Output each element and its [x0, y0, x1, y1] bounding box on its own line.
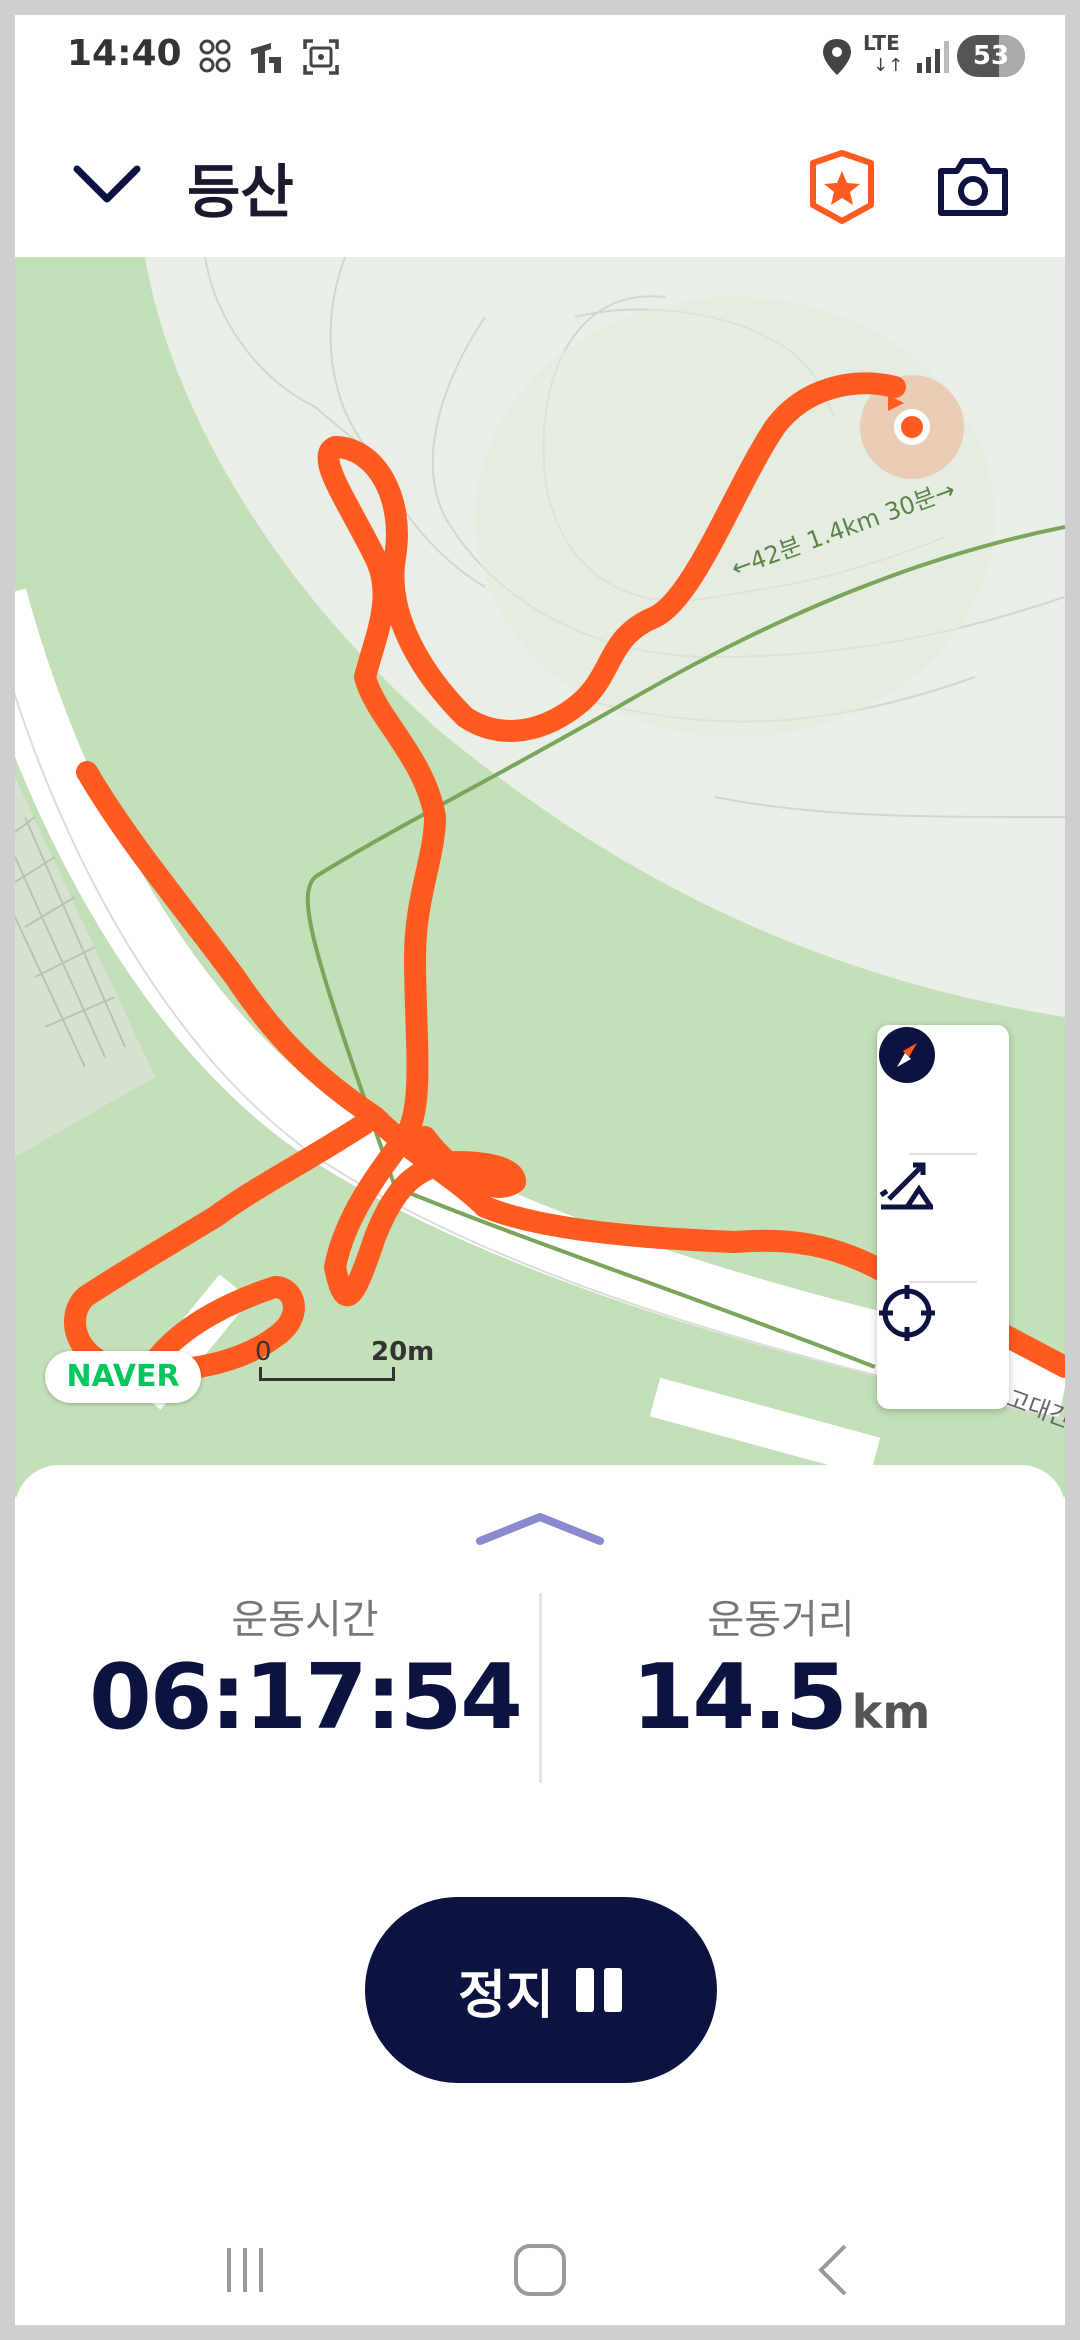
distance-unit: km	[851, 1685, 931, 1739]
scale-start-label: 0	[255, 1337, 272, 1367]
time-label: 운동시간	[231, 1597, 379, 1643]
map-controls	[877, 1025, 1009, 1409]
distance-label: 운동거리	[707, 1597, 855, 1643]
chevron-down-icon[interactable]	[67, 153, 147, 213]
nav-back-button[interactable]	[795, 2235, 875, 2305]
recents-button[interactable]	[205, 2235, 285, 2305]
signal-icon	[917, 41, 949, 73]
chevron-up-icon[interactable]	[460, 1501, 620, 1551]
data-arrows: ↓↑	[873, 55, 904, 76]
distance-value: 14.5	[631, 1645, 848, 1750]
home-icon	[514, 2244, 566, 2296]
battery-icon: 53	[957, 35, 1025, 77]
locate-button[interactable]	[877, 1283, 1009, 1407]
pause-icon	[575, 1968, 624, 2012]
stats-sheet: 운동시간 06:17:54 운동거리 14.5 km 정지	[15, 1465, 1065, 2325]
distance-readout: 14.5 km	[531, 1645, 1031, 1750]
battery-level: 53	[972, 41, 1010, 71]
sync-icon	[199, 39, 231, 73]
camera-icon[interactable]	[935, 155, 1011, 219]
app-header: 등산	[15, 105, 1065, 257]
time-value: 06:17:54	[89, 1645, 523, 1750]
compass-button[interactable]	[877, 1025, 1009, 1149]
back-icon	[818, 2244, 847, 2296]
star-badge-icon[interactable]	[807, 149, 877, 225]
network-type: LTE	[863, 31, 900, 55]
naver-logo: NAVER	[45, 1351, 201, 1403]
screenshot-icon	[303, 39, 339, 75]
system-nav-bar	[15, 2215, 1065, 2325]
location-icon	[823, 39, 851, 75]
stop-button[interactable]: 정지	[365, 1897, 717, 2083]
scale-end-label: 20m	[371, 1337, 435, 1367]
status-bar: 14:40 LTE ↓↑ 53	[15, 15, 1065, 105]
recents-icon	[227, 2248, 263, 2292]
terrain-button[interactable]	[877, 1155, 1009, 1279]
map-view[interactable]: ←42분 1.4km 30분→ 고대간 NAVER 0 20m	[15, 257, 1065, 1497]
carrier-icon	[251, 43, 281, 73]
locate-icon	[879, 1285, 935, 1341]
scale-bar	[259, 1367, 395, 1381]
home-button[interactable]	[500, 2235, 580, 2305]
terrain-icon	[879, 1162, 934, 1210]
compass-icon	[879, 1027, 935, 1083]
page-title: 등산	[187, 158, 294, 226]
status-time: 14:40	[67, 33, 182, 74]
stop-label: 정지	[458, 1965, 554, 2026]
app-screen: 14:40 LTE ↓↑ 53 등산 ←42분 1.4km 30분→ 고대간 N…	[15, 15, 1065, 2325]
